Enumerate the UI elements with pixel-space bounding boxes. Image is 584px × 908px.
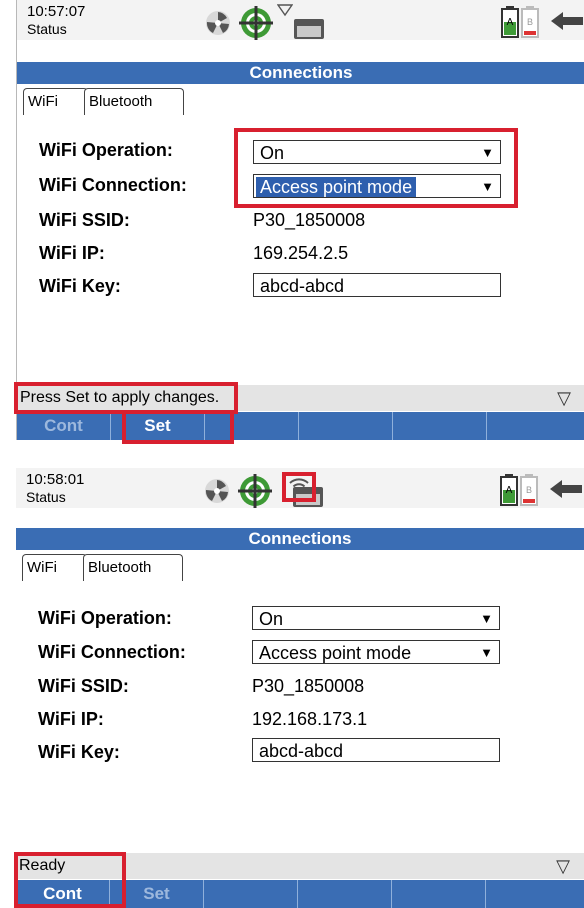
wifi-ip-value: 192.168.173.1 (252, 709, 368, 729)
back-arrow-icon[interactable] (549, 10, 584, 32)
target-icon[interactable] (239, 6, 273, 40)
expand-triangle-icon[interactable]: ▽ (556, 853, 570, 879)
wifi-key-input[interactable]: abcd-abcd (252, 738, 500, 762)
battery-b-icon: B (521, 6, 539, 38)
wifi-ip-label: WiFi IP: (38, 709, 104, 729)
highlight-box-ready-cont (14, 852, 126, 908)
tab-bluetooth[interactable]: Bluetooth (83, 554, 183, 581)
dropdown-arrow-icon: ▼ (480, 611, 493, 626)
wifi-ip-label: WiFi IP: (39, 243, 105, 263)
battery-a-icon: A (501, 6, 519, 38)
clock: 10:58:01 (26, 471, 85, 488)
wifi-key-value: abcd-abcd (259, 741, 344, 761)
wifi-operation-label: WiFi Operation: (39, 140, 173, 160)
wifi-key-value: abcd-abcd (260, 276, 345, 296)
page-title: Connections (17, 62, 584, 84)
svg-text:B: B (527, 17, 533, 27)
wifi-connection-value: Access point mode (259, 643, 412, 663)
softkey-empty[interactable] (298, 880, 392, 908)
dropdown-arrow-icon: ▼ (480, 645, 493, 660)
svg-text:A: A (507, 17, 514, 28)
expand-triangle-icon[interactable]: ▽ (557, 385, 571, 411)
wifi-operation-value: On (259, 609, 284, 629)
wifi-icon (277, 4, 293, 17)
connections-screen-after: 10:58:01 Status A B Connections WiFi Blu… (16, 468, 584, 908)
wifi-connection-label: WiFi Connection: (38, 642, 186, 662)
wifi-ssid-value: P30_1850008 (252, 676, 365, 696)
wifi-operation-select[interactable]: On ▼ (252, 606, 500, 630)
highlight-box-wifi-settings (234, 128, 518, 208)
status-label[interactable]: Status (27, 21, 67, 37)
tab-wifi[interactable]: WiFi (23, 88, 88, 115)
wifi-key-label: WiFi Key: (39, 276, 121, 296)
battery-b-icon: B (520, 474, 538, 506)
clock: 10:57:07 (27, 3, 86, 20)
target-icon[interactable] (238, 474, 272, 508)
highlight-box-set-button (122, 410, 234, 444)
tab-wifi[interactable]: WiFi (22, 554, 87, 581)
wifi-key-label: WiFi Key: (38, 742, 120, 762)
tab-bluetooth[interactable]: Bluetooth (84, 88, 184, 115)
wifi-operation-label: WiFi Operation: (38, 608, 172, 628)
softkey-empty[interactable] (299, 412, 393, 440)
pinwheel-icon[interactable] (205, 10, 231, 36)
back-arrow-icon[interactable] (548, 478, 584, 500)
wifi-ssid-label: WiFi SSID: (39, 210, 130, 230)
svg-text:B: B (526, 485, 532, 495)
wifi-connection-select[interactable]: Access point mode ▼ (252, 640, 500, 664)
wifi-ssid-label: WiFi SSID: (38, 676, 129, 696)
softkey-empty[interactable] (486, 880, 584, 908)
softkey-empty[interactable] (204, 880, 298, 908)
wifi-key-input[interactable]: abcd-abcd (253, 273, 501, 297)
status-label[interactable]: Status (26, 489, 66, 505)
wifi-connection-label: WiFi Connection: (39, 175, 187, 195)
battery-a-icon: A (500, 474, 518, 506)
softkey-empty[interactable] (393, 412, 487, 440)
softkey-empty[interactable] (392, 880, 486, 908)
svg-text:A: A (506, 485, 513, 496)
connections-screen-before: 10:57:07 Status A B Connections WiFi Blu… (16, 0, 584, 440)
memory-card-icon (294, 19, 324, 39)
wifi-ip-value: 169.254.2.5 (253, 243, 349, 263)
page-title: Connections (16, 528, 584, 550)
softkey-empty[interactable] (487, 412, 584, 440)
wifi-ssid-value: P30_1850008 (253, 210, 366, 230)
cont-button[interactable]: Cont (17, 412, 111, 440)
status-bar: 10:57:07 Status A B (17, 0, 584, 40)
softkey-bar: Cont Set (17, 412, 584, 440)
highlight-box-wifi-icon (282, 472, 316, 502)
pinwheel-icon[interactable] (204, 478, 230, 504)
